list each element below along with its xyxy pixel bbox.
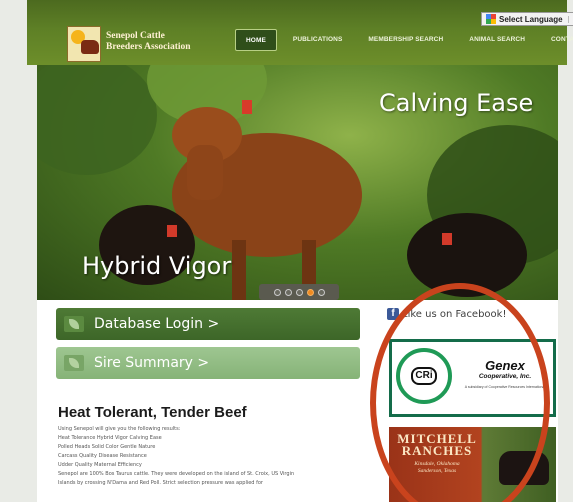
- nav-contact-us[interactable]: CONTACT US: [541, 29, 573, 51]
- cow-icon: [81, 40, 99, 54]
- main-navigation: HOME PUBLICATIONS MEMBERSHIP SEARCH ANIM…: [235, 29, 573, 51]
- nav-membership-search[interactable]: MEMBERSHIP SEARCH: [358, 29, 453, 51]
- article-line: Carcass Quality Disease Resistance: [58, 453, 147, 459]
- sire-summary-label: Sire Summary >: [94, 355, 210, 371]
- slider-pagination: [259, 284, 339, 300]
- article-body: Using Senepol will give you the followin…: [58, 425, 358, 488]
- article-title: Heat Tolerant, Tender Beef: [58, 404, 247, 421]
- genex-name: Genex: [485, 358, 525, 373]
- select-language-label: Select Language: [499, 14, 563, 24]
- genex-tagline: A subsidiary of Cooperative Resources In…: [464, 385, 546, 389]
- slide-dot-2[interactable]: [284, 288, 292, 296]
- article-line: Senepol are 100% Bos Taurus cattle. They…: [58, 471, 295, 477]
- article-line: Islands by crossing N'Dama and Red Poll.…: [58, 480, 263, 486]
- mitchell-name: MITCHELL RANCHES: [397, 431, 477, 458]
- org-name-line1: Senepol Cattle: [106, 31, 165, 41]
- genex-ad-banner[interactable]: CRi Genex Cooperative, Inc. A subsidiary…: [389, 339, 556, 417]
- article-line: Using Senepol will give you the followin…: [58, 426, 181, 432]
- genex-subtitle: Cooperative, Inc.: [478, 373, 532, 380]
- mitchell-location-line2: Sanderson, Texas: [417, 468, 457, 474]
- slide-dot-4[interactable]: [306, 288, 314, 296]
- mitchell-location: Kinsdale, Oklahoma Sanderson, Texas: [393, 461, 481, 475]
- hero-title: Calving Ease: [379, 89, 534, 117]
- cri-logo: CRi: [396, 348, 452, 404]
- organization-name[interactable]: Senepol Cattle Breeders Association: [106, 31, 216, 53]
- main-content: Database Login > Sire Summary > Heat Tol…: [37, 300, 558, 502]
- slide-dot-5[interactable]: [317, 288, 325, 296]
- slide-dot-1[interactable]: [273, 288, 281, 296]
- cri-logo-text: CRi: [411, 367, 437, 385]
- facebook-like-link[interactable]: f Like us on Facebook!: [387, 308, 506, 320]
- mitchell-location-line1: Kinsdale, Oklahoma: [414, 461, 460, 467]
- facebook-label: Like us on Facebook!: [402, 308, 507, 320]
- facebook-icon: f: [387, 308, 399, 320]
- leaf-icon: [64, 355, 84, 371]
- slide-dot-3[interactable]: [295, 288, 303, 296]
- hero-slideshow[interactable]: Calving Ease Hybrid Vigor: [37, 65, 558, 300]
- site-header: Senepol Cattle Breeders Association HOME…: [27, 0, 573, 65]
- org-name-line2: Breeders Association: [106, 42, 191, 52]
- database-login-label: Database Login >: [94, 316, 220, 332]
- bull-image: [499, 451, 549, 485]
- chevron-down-icon: ▼: [567, 15, 573, 23]
- database-login-button[interactable]: Database Login >: [56, 308, 360, 340]
- mitchell-ranches-ad-banner[interactable]: MITCHELL RANCHES Kinsdale, Oklahoma Sand…: [389, 427, 556, 502]
- nav-animal-search[interactable]: ANIMAL SEARCH: [459, 29, 535, 51]
- select-language-button[interactable]: Select Language ▼: [481, 12, 573, 26]
- association-logo[interactable]: [67, 26, 101, 62]
- article-line: Udder Quality Maternal Efficiency: [58, 462, 142, 468]
- nav-publications[interactable]: PUBLICATIONS: [283, 29, 352, 51]
- sire-summary-button[interactable]: Sire Summary >: [56, 347, 360, 379]
- article-line: Heat Tolerance Hybrid Vigor Calving Ease: [58, 435, 162, 441]
- nav-home[interactable]: HOME: [235, 29, 277, 51]
- google-translate-icon: [486, 14, 496, 24]
- article-line: Polled Heads Solid Color Gentle Nature: [58, 444, 156, 450]
- hero-subtitle: Hybrid Vigor: [82, 252, 232, 280]
- leaf-icon: [64, 316, 84, 332]
